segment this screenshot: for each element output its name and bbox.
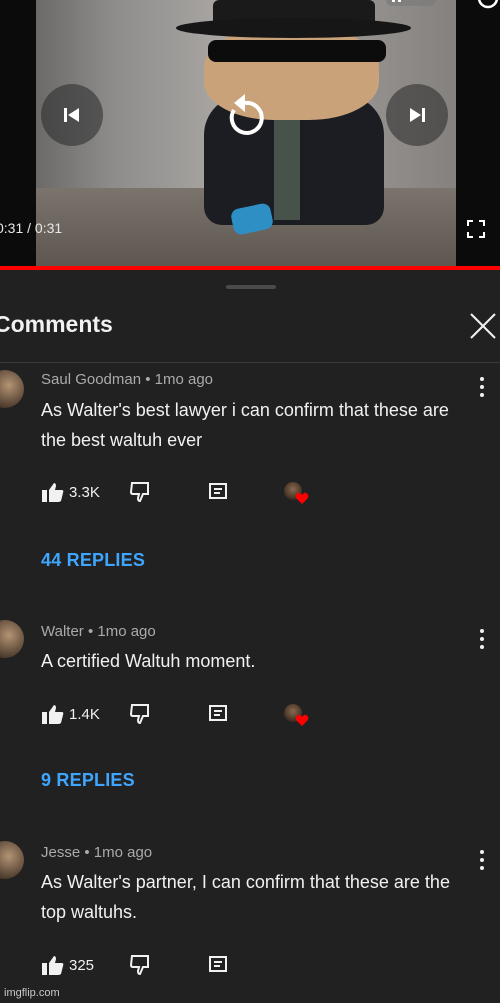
fullscreen-button[interactable] xyxy=(466,219,486,244)
fullscreen-icon xyxy=(467,220,485,238)
pause-icon[interactable] xyxy=(386,0,436,13)
like-count: 1.4K xyxy=(69,705,100,723)
replay-icon xyxy=(229,94,264,135)
next-button[interactable] xyxy=(386,84,448,146)
more-options-button[interactable] xyxy=(478,628,486,655)
close-icon xyxy=(470,313,496,339)
comment-text: As Walter's best lawyer i can confirm th… xyxy=(41,400,449,450)
avatar[interactable] xyxy=(0,620,24,658)
dislike-icon xyxy=(129,704,149,725)
avatar[interactable] xyxy=(0,370,24,408)
more-options-button[interactable] xyxy=(478,376,486,403)
previous-icon xyxy=(64,108,79,122)
heart-icon xyxy=(295,492,309,504)
sunglasses xyxy=(208,40,386,62)
progress-bar[interactable] xyxy=(0,266,500,270)
like-count: 325 xyxy=(69,956,95,974)
comment-actions: 3.3K xyxy=(41,480,100,504)
close-button[interactable] xyxy=(469,312,497,345)
replay-button[interactable] xyxy=(214,84,276,146)
dislike-button[interactable] xyxy=(129,481,153,508)
comment-actions: 1.4K xyxy=(41,702,100,726)
avatar[interactable] xyxy=(0,841,24,879)
dislike-button[interactable] xyxy=(129,954,153,981)
comment-actions: 325 xyxy=(41,953,94,977)
settings-icon[interactable] xyxy=(476,0,500,15)
reply-icon xyxy=(209,705,227,721)
drag-handle[interactable] xyxy=(226,285,276,289)
like-count: 3.3K xyxy=(69,483,100,501)
panel-title: Comments xyxy=(0,311,113,337)
comment-text: A certified Waltuh moment. xyxy=(41,651,256,671)
next-icon xyxy=(410,108,425,122)
kebab-menu-icon xyxy=(480,629,484,649)
previous-button[interactable] xyxy=(41,84,103,146)
dislike-icon xyxy=(129,955,149,976)
comment-meta: Saul Goodman • 1mo ago xyxy=(41,371,214,388)
reply-button[interactable] xyxy=(209,705,227,728)
reply-icon xyxy=(209,483,227,499)
view-replies-button[interactable]: 44 REPLIES xyxy=(41,550,145,571)
comment-text: As Walter's partner, I can confirm that … xyxy=(41,872,450,922)
heart-icon xyxy=(295,714,309,726)
like-icon[interactable] xyxy=(41,703,65,725)
comment-meta: Jesse • 1mo ago xyxy=(41,844,153,861)
comment-meta: Walter • 1mo ago xyxy=(41,623,156,640)
dislike-icon xyxy=(129,482,149,503)
divider xyxy=(0,362,500,363)
hat-brim xyxy=(176,18,411,38)
cat-shirt xyxy=(274,110,300,220)
reply-button[interactable] xyxy=(209,956,227,979)
watermark: imgflip.com xyxy=(4,987,60,999)
dislike-button[interactable] xyxy=(129,703,153,730)
view-replies-button[interactable]: 9 REPLIES xyxy=(41,770,135,791)
more-options-button[interactable] xyxy=(478,849,486,876)
like-icon[interactable] xyxy=(41,954,65,976)
reply-icon xyxy=(209,956,227,972)
reply-button[interactable] xyxy=(209,483,227,506)
kebab-menu-icon xyxy=(480,850,484,870)
time-display: 0:31 / 0:31 xyxy=(0,220,63,236)
like-icon[interactable] xyxy=(41,481,65,503)
kebab-menu-icon xyxy=(480,377,484,397)
video-player[interactable]: 0:31 / 0:31 xyxy=(0,0,500,268)
